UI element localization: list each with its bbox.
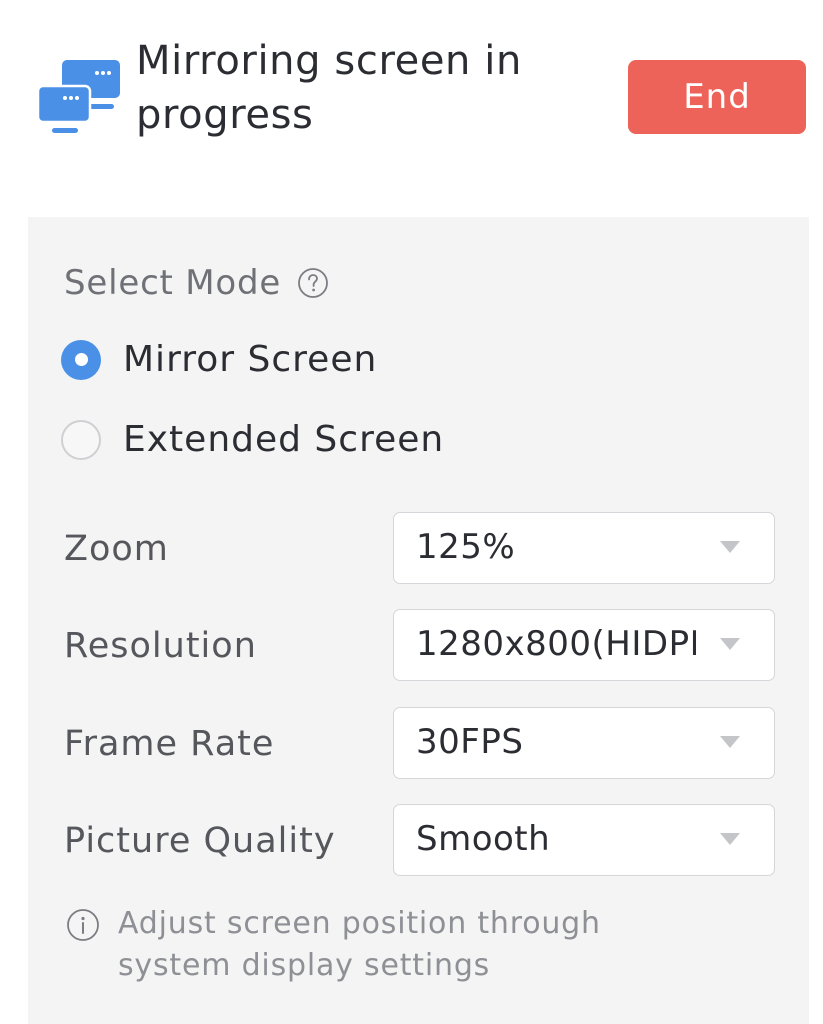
screen-mirroring-page: Mirroring screen in progress End Select … (0, 0, 823, 1024)
select-mode-text: Select Mode (64, 263, 282, 303)
info-note: Adjust screen position through system di… (66, 903, 678, 987)
resolution-select[interactable]: 1280x800(HIDPI) (393, 609, 775, 681)
frame-rate-label: Frame Rate (64, 724, 275, 764)
mirror-screen-label: Mirror Screen (123, 339, 378, 380)
picture-quality-value: Smooth (416, 819, 551, 859)
chevron-down-icon (720, 541, 740, 553)
resolution-value: 1280x800(HIDPI) (416, 624, 696, 664)
picture-quality-select[interactable]: Smooth (393, 804, 775, 876)
info-circle-icon (67, 909, 99, 941)
settings-panel: Select Mode Mirror Screen Extended Scree… (28, 217, 809, 1024)
end-button[interactable]: End (628, 60, 806, 134)
extended-screen-option[interactable]: Extended Screen (61, 419, 444, 460)
picture-quality-label: Picture Quality (64, 821, 336, 861)
resolution-label: Resolution (64, 626, 257, 666)
select-mode-label: Select Mode (64, 263, 329, 303)
chevron-down-icon (720, 833, 740, 845)
extended-screen-label: Extended Screen (123, 419, 445, 460)
zoom-select[interactable]: 125% (393, 512, 775, 584)
zoom-label: Zoom (64, 529, 169, 569)
question-circle-icon[interactable] (297, 267, 329, 299)
chevron-down-icon (720, 638, 740, 650)
screen-mirroring-icon (38, 60, 120, 133)
zoom-value: 125% (416, 527, 516, 567)
info-text: Adjust screen position through system di… (118, 906, 601, 983)
frame-rate-select[interactable]: 30FPS (393, 707, 775, 779)
mirror-screen-radio[interactable] (61, 339, 101, 380)
extended-screen-radio[interactable] (61, 419, 101, 460)
chevron-down-icon (720, 736, 740, 748)
frame-rate-value: 30FPS (416, 722, 524, 762)
page-title: Mirroring screen in progress (136, 38, 522, 138)
mirror-screen-option[interactable]: Mirror Screen (61, 339, 377, 380)
